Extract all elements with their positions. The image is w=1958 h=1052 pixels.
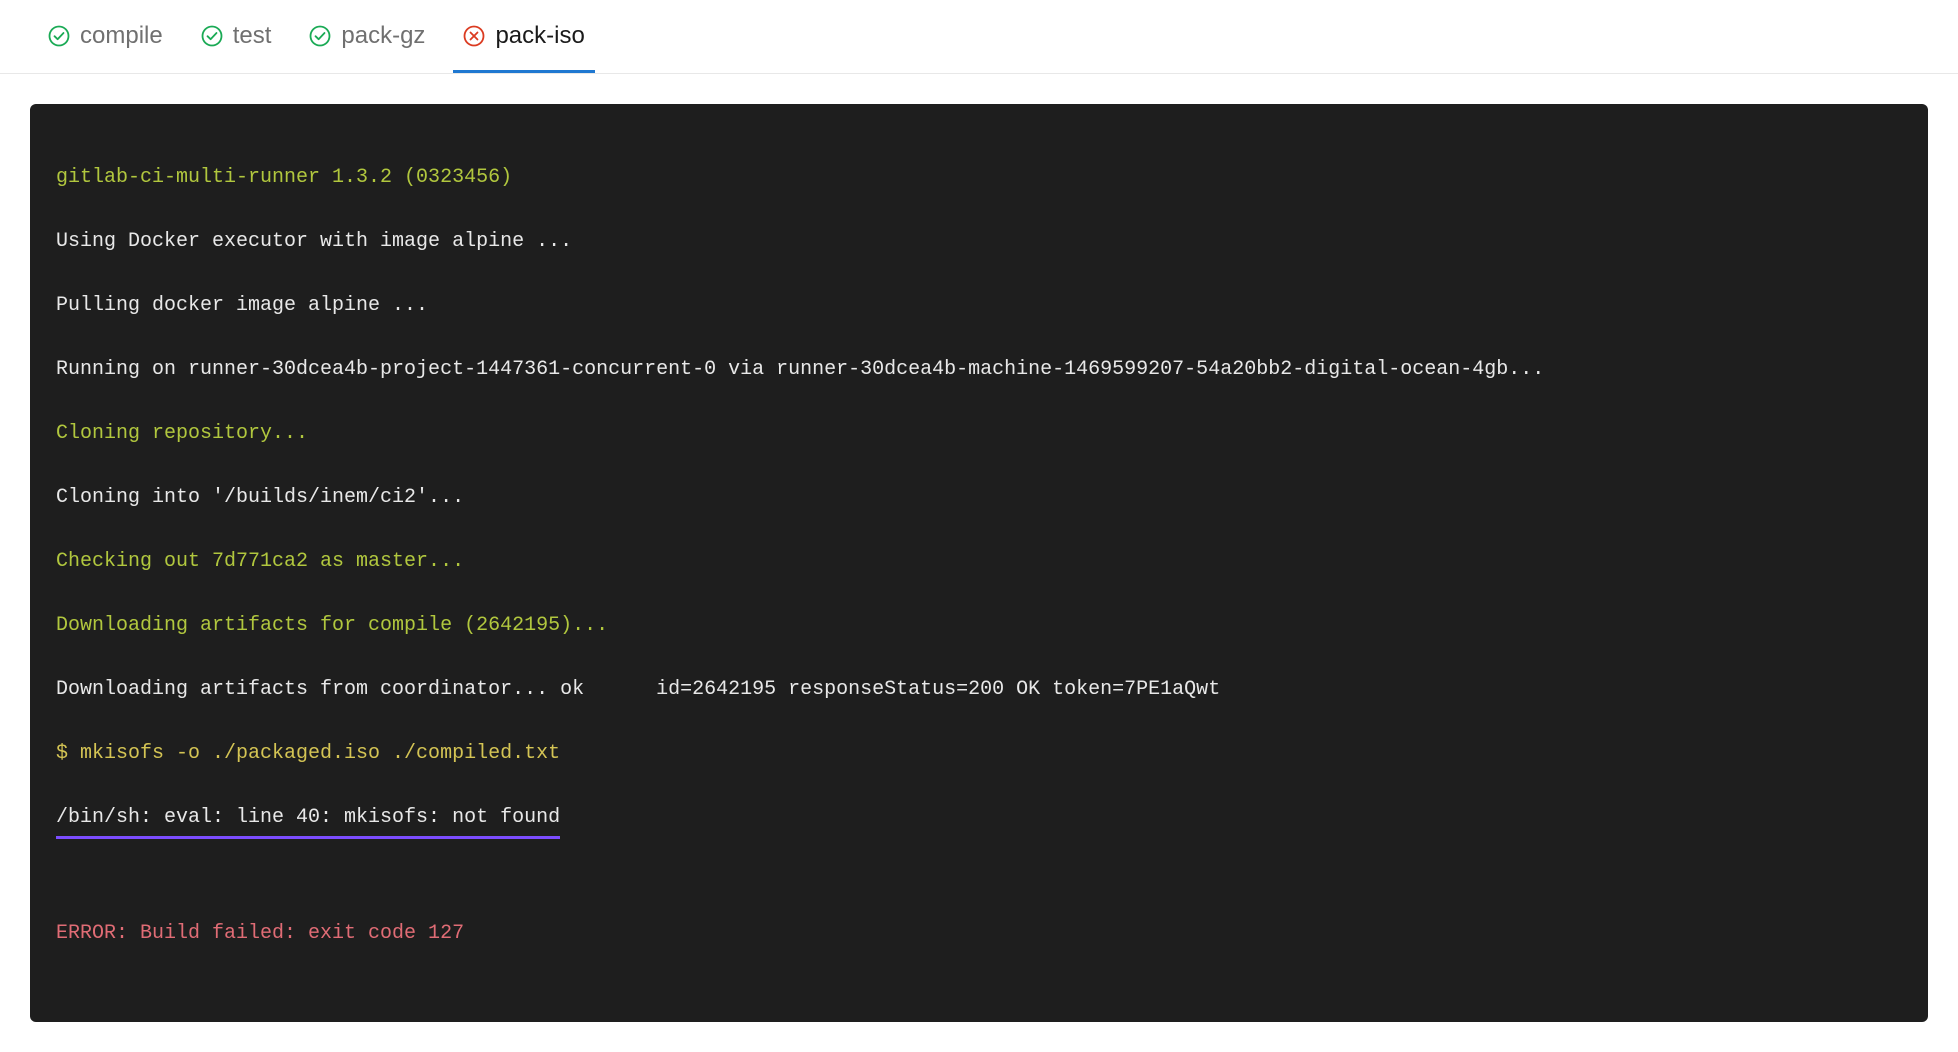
- log-line: Cloning repository...: [56, 418, 1902, 450]
- x-circle-icon: [463, 25, 485, 47]
- log-line-error: /bin/sh: eval: line 40: mkisofs: not fou…: [56, 802, 1902, 834]
- log-line: Downloading artifacts from coordinator..…: [56, 674, 1902, 706]
- pipeline-tabs: compile test pack-gz pack-iso: [0, 0, 1958, 74]
- log-line: Using Docker executor with image alpine …: [56, 226, 1902, 258]
- tab-label: compile: [80, 22, 163, 50]
- log-line: Checking out 7d771ca2 as master...: [56, 546, 1902, 578]
- log-line: Running on runner-30dcea4b-project-14473…: [56, 354, 1902, 386]
- tab-label: pack-iso: [495, 22, 584, 50]
- check-circle-icon: [201, 25, 223, 47]
- log-line: [56, 866, 1902, 886]
- tab-test[interactable]: test: [201, 20, 272, 73]
- log-line: gitlab-ci-multi-runner 1.3.2 (0323456): [56, 162, 1902, 194]
- build-log-terminal: gitlab-ci-multi-runner 1.3.2 (0323456) U…: [30, 104, 1928, 1022]
- tab-pack-iso[interactable]: pack-iso: [463, 20, 584, 73]
- underlined-error-text: /bin/sh: eval: line 40: mkisofs: not fou…: [56, 802, 560, 834]
- tab-label: pack-gz: [341, 22, 425, 50]
- check-circle-icon: [48, 25, 70, 47]
- tab-label: test: [233, 22, 272, 50]
- log-line: Pulling docker image alpine ...: [56, 290, 1902, 322]
- log-line: Downloading artifacts for compile (26421…: [56, 610, 1902, 642]
- log-line: Cloning into '/builds/inem/ci2'...: [56, 482, 1902, 514]
- check-circle-icon: [309, 25, 331, 47]
- tab-compile[interactable]: compile: [48, 20, 163, 73]
- tab-pack-gz[interactable]: pack-gz: [309, 20, 425, 73]
- log-line-error-summary: ERROR: Build failed: exit code 127: [56, 918, 1902, 950]
- log-line: $ mkisofs -o ./packaged.iso ./compiled.t…: [56, 738, 1902, 770]
